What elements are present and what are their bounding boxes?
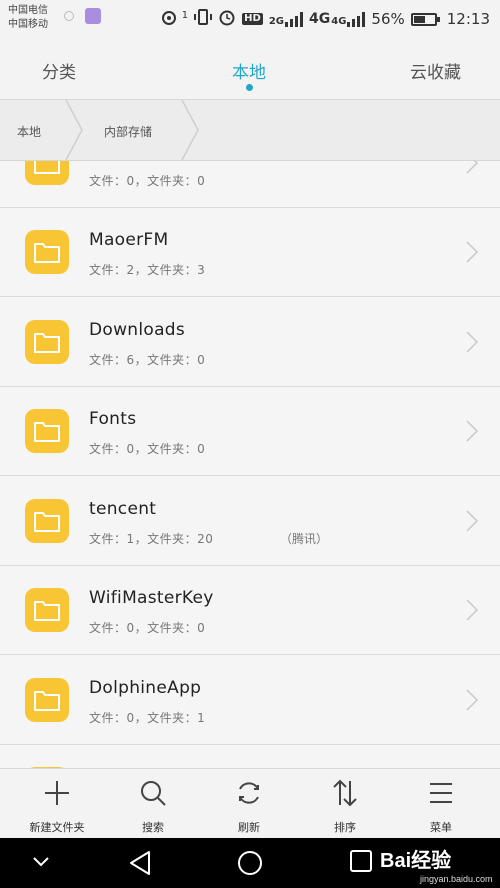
folder-icon — [25, 499, 69, 543]
new-folder-label: 新建文件夹 — [29, 821, 85, 834]
list-item[interactable]: MaoerFM 文件：2，文件夹：3 — [0, 208, 500, 297]
folder-meta: 文件：0，文件夹：1 — [89, 711, 206, 725]
breadcrumb-item-internal-storage[interactable]: 内部存储 — [104, 123, 152, 140]
breadcrumb: 本地 内部存储 — [0, 100, 500, 161]
folder-icon — [25, 588, 69, 632]
list-item[interactable]: tencent 文件：1，文件夹：20 （腾讯） — [0, 477, 500, 566]
clock: 12:13 — [446, 10, 490, 28]
new-folder-button[interactable]: 新建文件夹 — [9, 769, 105, 839]
refresh-button[interactable]: 刷新 — [201, 769, 297, 839]
search-label: 搜索 — [142, 821, 164, 834]
carrier-1: 中国电信 — [8, 5, 48, 16]
folder-icon — [25, 409, 69, 453]
chevron-right-icon — [466, 161, 478, 174]
folder-meta: 文件：2，文件夹：3 — [89, 263, 206, 277]
chevron-right-icon — [466, 510, 478, 532]
list-item[interactable]: Downloads 文件：6，文件夹：0 — [0, 298, 500, 387]
battery-fill — [413, 15, 425, 23]
folder-name: MaoerFM — [89, 230, 169, 250]
chevron-right-icon — [466, 420, 478, 442]
folder-name: DolphineApp — [89, 678, 202, 698]
status-icons: 1 HD 2G 4G 4G 56% 12:13 — [160, 8, 490, 30]
sim-badge: 1 — [181, 9, 189, 21]
system-nav-bar: Bai经验 jingyan.baidu.com — [0, 838, 500, 888]
list-item[interactable]: WifiMasterKey 文件：0，文件夹：0 — [0, 566, 500, 655]
chevron-right-icon — [466, 599, 478, 621]
signal-2g: 2G — [268, 11, 304, 27]
carrier-2: 中国移动 — [8, 19, 48, 30]
signal-bars-icon — [347, 11, 366, 27]
folder-list: 文件：0，文件夹：0 MaoerFM 文件：2，文件夹：3 Downloads … — [0, 161, 500, 768]
folder-icon — [25, 678, 69, 722]
folder-icon — [25, 161, 69, 185]
search-button[interactable]: 搜索 — [105, 769, 201, 839]
folder-icon — [25, 320, 69, 364]
signal-bars-icon — [285, 11, 304, 27]
net-4g-label-2: 4G — [331, 16, 347, 27]
breadcrumb-separator-icon — [65, 100, 83, 160]
back-icon[interactable] — [128, 850, 152, 876]
chevron-right-icon — [466, 331, 478, 353]
search-icon — [141, 781, 166, 806]
gallery-notification-icon — [85, 8, 101, 24]
chevron-down-icon[interactable] — [32, 856, 50, 868]
tab-category[interactable]: 分类 — [42, 58, 76, 83]
net-2g-label: 2G — [268, 16, 285, 27]
list-item[interactable] — [0, 745, 500, 768]
list-item[interactable]: DolphineApp 文件：0，文件夹：1 — [0, 656, 500, 745]
notification-dot-icon — [64, 11, 74, 21]
active-tab-indicator — [246, 84, 253, 91]
folder-icon — [25, 230, 69, 274]
watermark-brand: Bai经验 — [380, 850, 452, 872]
recent-apps-icon[interactable] — [350, 850, 372, 872]
status-bar: 中国电信 中国移动 1 HD 2G 4G 4G 56% 12:13 — [0, 0, 500, 36]
list-item[interactable]: 文件：0，文件夹：0 — [0, 161, 500, 208]
vibrate-icon — [194, 8, 213, 30]
carrier-info: 中国电信 中国移动 — [8, 4, 48, 32]
file-manager-screen: 中国电信 中国移动 1 HD 2G 4G 4G 56% 12:13 分类 本地 … — [0, 0, 500, 888]
sort-icon — [333, 779, 357, 807]
breadcrumb-separator-icon — [181, 100, 199, 160]
menu-label: 菜单 — [430, 821, 452, 834]
plus-icon — [45, 781, 69, 805]
folder-meta: 文件：6，文件夹：0 — [89, 353, 206, 367]
folder-meta: 文件：0，文件夹：0 — [89, 442, 206, 456]
folder-meta: 文件：0，文件夹：0 — [89, 621, 206, 635]
folder-tag: （腾讯） — [280, 532, 329, 546]
folder-meta: 文件：1，文件夹：20 — [89, 532, 214, 546]
alarm-icon — [218, 8, 236, 30]
chevron-right-icon — [466, 689, 478, 711]
sort-label: 排序 — [334, 821, 356, 834]
refresh-label: 刷新 — [238, 821, 260, 834]
folder-name: WifiMasterKey — [89, 588, 214, 608]
breadcrumb-item-local[interactable]: 本地 — [17, 123, 41, 140]
sort-button[interactable]: 排序 — [297, 769, 393, 839]
list-item[interactable]: Fonts 文件：0，文件夹：0 — [0, 387, 500, 476]
chevron-right-icon — [466, 241, 478, 263]
menu-icon — [430, 783, 452, 803]
menu-button[interactable]: 菜单 — [393, 769, 489, 839]
signal-4g: 4G 4G — [309, 11, 366, 27]
tab-bar: 分类 本地 云收藏 — [0, 36, 500, 100]
baidu-jingyan-watermark: Bai经验 jingyan.baidu.com — [380, 844, 493, 884]
folder-name: tencent — [89, 499, 157, 519]
battery-percent: 56% — [371, 10, 405, 28]
tab-cloud[interactable]: 云收藏 — [410, 58, 461, 83]
battery-icon — [410, 12, 440, 26]
folder-meta: 文件：0，文件夹：0 — [89, 174, 206, 188]
folder-name: Fonts — [89, 409, 137, 429]
net-4g-label: 4G — [309, 11, 331, 27]
home-icon[interactable] — [237, 850, 263, 876]
folder-name: Downloads — [89, 320, 186, 340]
hotspot-icon — [160, 8, 182, 30]
tab-local[interactable]: 本地 — [232, 58, 266, 83]
bottom-toolbar: 新建文件夹 搜索 刷新 排序 菜单 — [0, 768, 500, 838]
watermark-url: jingyan.baidu.com — [420, 874, 493, 884]
refresh-icon — [239, 782, 259, 804]
hd-badge: HD — [242, 13, 263, 25]
